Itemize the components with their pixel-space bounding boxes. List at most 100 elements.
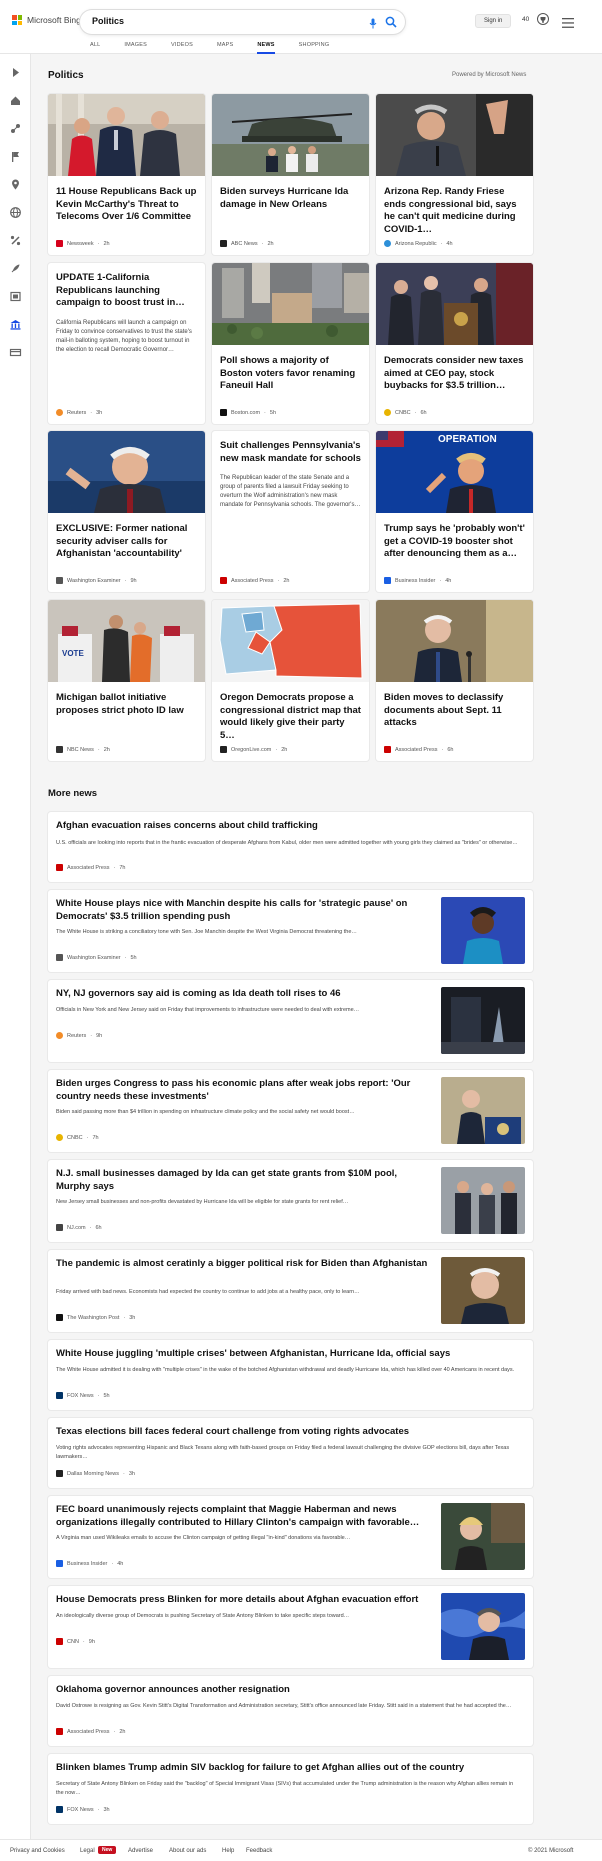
news-title[interactable]: The pandemic is almost ceratinly a bigge… (56, 1258, 431, 1271)
card-title[interactable]: UPDATE 1-California Republicans launchin… (56, 272, 197, 310)
news-card[interactable]: VOTE Michigan ballot initiative proposes… (48, 600, 205, 761)
list-item[interactable]: N.J. small businesses damaged by Ida can… (48, 1160, 533, 1242)
news-card[interactable]: Biden moves to declassify documents abou… (376, 600, 533, 761)
list-item[interactable]: White House plays nice with Manchin desp… (48, 890, 533, 972)
footer-link-advertise[interactable]: Advertise (128, 1848, 153, 1854)
footer-link-help[interactable]: Help (222, 1848, 234, 1854)
list-item[interactable]: House Democrats press Blinken for more d… (48, 1586, 533, 1668)
tab-maps[interactable]: MAPS (217, 42, 233, 54)
tab-news[interactable]: NEWS (257, 42, 275, 54)
news-card[interactable]: UPDATE 1-California Republicans launchin… (48, 263, 205, 424)
source-name: NJ.com (67, 1224, 86, 1231)
news-card[interactable]: Oregon Democrats propose a congressional… (212, 600, 369, 761)
news-card[interactable]: EXCLUSIVE: Former national security advi… (48, 431, 205, 592)
news-card[interactable]: Biden surveys Hurricane Ida damage in Ne… (212, 94, 369, 255)
flag-icon[interactable] (9, 150, 22, 163)
tab-videos[interactable]: VIDEOS (171, 42, 193, 54)
sign-in-button[interactable]: Sign in (475, 14, 512, 28)
list-item[interactable]: White House juggling 'multiple crises' b… (48, 1340, 533, 1410)
science-icon[interactable] (9, 122, 22, 135)
news-card[interactable]: OPERATION Trump says he 'probably won't'… (376, 431, 533, 592)
list-item[interactable]: NY, NJ governors say aid is coming as Id… (48, 980, 533, 1062)
film-icon[interactable] (9, 290, 22, 303)
copyright: © 2021 Microsoft (528, 1848, 574, 1854)
footer-link-about-ads[interactable]: About our ads (169, 1848, 206, 1854)
powered-by-label[interactable]: Powered by Microsoft News (452, 72, 526, 78)
card-title[interactable]: Biden moves to declassify documents abou… (384, 692, 525, 730)
card-title[interactable]: Suit challenges Pennsylvania's new mask … (220, 440, 361, 465)
news-title[interactable]: House Democrats press Blinken for more d… (56, 1594, 431, 1607)
card-source: Reuters · 3h (56, 409, 102, 416)
news-title[interactable]: Biden urges Congress to pass his economi… (56, 1078, 431, 1103)
news-title[interactable]: Afghan evacuation raises concerns about … (56, 820, 521, 833)
news-snippet: Secretary of State Antony Blinken on Fri… (56, 1781, 514, 1796)
news-card[interactable]: 11 House Republicans Back up Kevin McCar… (48, 94, 205, 255)
footer-link-feedback[interactable]: Feedback (246, 1848, 272, 1854)
tab-images[interactable]: IMAGES (124, 42, 147, 54)
news-title[interactable]: Oklahoma governor announces another resi… (56, 1684, 521, 1697)
list-item[interactable]: Texas elections bill faces federal court… (48, 1418, 533, 1488)
abc-news-logo-icon (220, 240, 227, 247)
list-item[interactable]: Oklahoma governor announces another resi… (48, 1676, 533, 1746)
card-title[interactable]: Democrats consider new taxes aimed at CE… (384, 355, 525, 393)
news-title[interactable]: Texas elections bill faces federal court… (56, 1426, 521, 1439)
news-card[interactable]: Poll shows a majority of Boston voters f… (212, 263, 369, 424)
news-card[interactable]: Suit challenges Pennsylvania's new mask … (212, 431, 369, 592)
list-item[interactable]: Afghan evacuation raises concerns about … (48, 812, 533, 882)
more-news-heading: More news (48, 788, 98, 799)
tools-icon[interactable] (9, 234, 22, 247)
menu-icon[interactable] (562, 15, 574, 33)
tab-all[interactable]: ALL (90, 42, 100, 54)
rocket-icon[interactable] (9, 262, 22, 275)
globe-icon[interactable] (9, 206, 22, 219)
card-title[interactable]: EXCLUSIVE: Former national security advi… (56, 523, 197, 561)
card-title[interactable]: Poll shows a majority of Boston voters f… (220, 355, 361, 393)
tab-shopping[interactable]: SHOPPING (299, 42, 330, 54)
list-item[interactable]: Blinken blames Trump admin SIV backlog f… (48, 1754, 533, 1824)
microphone-icon[interactable] (369, 16, 377, 34)
card-title[interactable]: Michigan ballot initiative proposes stri… (56, 692, 197, 717)
location-icon[interactable] (9, 178, 22, 191)
source-name: Newsweek (67, 240, 94, 247)
search-box[interactable]: Politics (80, 10, 405, 34)
source-name: Reuters (67, 409, 87, 416)
card-image-randy-friese (376, 94, 533, 176)
search-input[interactable]: Politics (92, 16, 124, 26)
bing-logo[interactable]: Microsoft Bing (12, 15, 81, 25)
timestamp: 3h (96, 409, 103, 416)
search-icon[interactable] (385, 15, 397, 33)
news-title[interactable]: NY, NJ governors say aid is coming as Id… (56, 988, 431, 1001)
list-item[interactable]: FEC board unanimously rejects complaint … (48, 1496, 533, 1578)
expand-sidebar-icon[interactable] (9, 66, 22, 79)
list-item[interactable]: Biden urges Congress to pass his economi… (48, 1070, 533, 1152)
news-title[interactable]: N.J. small businesses damaged by Ida can… (56, 1168, 431, 1193)
page-footer: Privacy and Cookies Legal New Advertise … (0, 1839, 602, 1861)
rewards-points[interactable]: 40 (522, 16, 529, 23)
footer-link-legal[interactable]: Legal (80, 1848, 95, 1854)
footer-link-privacy[interactable]: Privacy and Cookies (10, 1848, 65, 1854)
news-title[interactable]: White House juggling 'multiple crises' b… (56, 1348, 521, 1361)
timestamp: 7h (92, 1134, 99, 1141)
card-title[interactable]: Biden surveys Hurricane Ida damage in Ne… (220, 186, 361, 211)
money-icon[interactable] (9, 346, 22, 359)
news-source: The Washington Post · 3h (56, 1314, 135, 1321)
home-icon[interactable] (9, 94, 22, 107)
news-title[interactable]: White House plays nice with Manchin desp… (56, 898, 431, 923)
news-snippet: The White House admitted it is dealing w… (56, 1367, 515, 1373)
card-source: Arizona Republic · 4h (384, 240, 453, 247)
source-name: FOX News (67, 1806, 94, 1813)
news-title[interactable]: Blinken blames Trump admin SIV backlog f… (56, 1762, 521, 1775)
news-card[interactable]: Arizona Rep. Randy Friese ends congressi… (376, 94, 533, 255)
politics-building-icon[interactable] (9, 318, 22, 331)
news-card[interactable]: Democrats consider new taxes aimed at CE… (376, 263, 533, 424)
card-title[interactable]: Oregon Democrats propose a congressional… (220, 692, 361, 742)
card-title[interactable]: Arizona Rep. Randy Friese ends congressi… (384, 186, 525, 236)
ballot-sign-text: VOTE (62, 649, 84, 658)
source-name: CNBC (395, 409, 411, 416)
news-title[interactable]: FEC board unanimously rejects complaint … (56, 1504, 431, 1529)
rewards-trophy-icon[interactable] (536, 12, 550, 31)
card-title[interactable]: 11 House Republicans Back up Kevin McCar… (56, 186, 197, 224)
card-title[interactable]: Trump says he 'probably won't' get a COV… (384, 523, 525, 561)
source-name: Business Insider (67, 1560, 108, 1567)
list-item[interactable]: The pandemic is almost ceratinly a bigge… (48, 1250, 533, 1332)
